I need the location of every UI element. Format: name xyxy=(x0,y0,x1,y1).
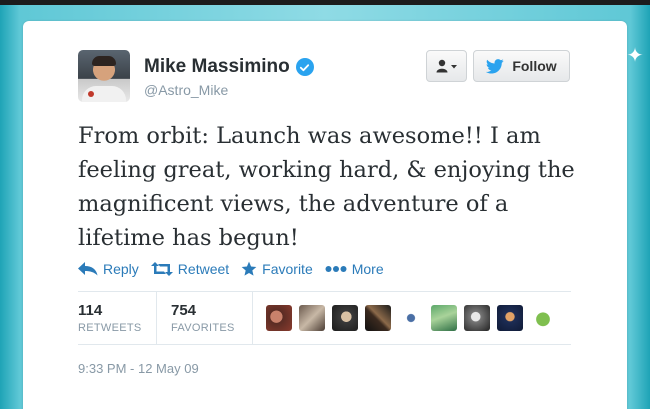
tweet-text: From orbit: Launch was awesome!! I am fe… xyxy=(78,123,575,251)
favorites-stat[interactable]: 754 FAVORITES xyxy=(157,292,253,344)
more-label: More xyxy=(351,261,384,277)
favoriter-avatar[interactable] xyxy=(332,305,358,331)
tweet-timestamp[interactable]: 9:33 PM - 12 May 09 xyxy=(78,361,199,376)
user-dropdown-icon xyxy=(436,59,457,73)
retweet-label: Retweet xyxy=(177,261,230,277)
favorites-count: 754 xyxy=(171,302,197,319)
favoriter-avatar[interactable] xyxy=(266,305,292,331)
favoriter-avatar[interactable] xyxy=(497,305,523,331)
tweet-actions: Reply Retweet Favorite More xyxy=(78,259,384,279)
top-bar xyxy=(0,0,650,5)
favoriter-avatar[interactable] xyxy=(398,305,424,331)
tweet-card: Mike Massimino @Astro_Mike Follow From o… xyxy=(23,21,627,409)
user-name[interactable]: Mike Massimino xyxy=(144,56,314,78)
more-button[interactable]: More xyxy=(325,261,384,277)
reply-icon xyxy=(78,262,98,276)
retweet-icon xyxy=(150,262,173,276)
favoriter-avatar[interactable] xyxy=(299,305,325,331)
star-icon xyxy=(241,261,257,276)
user-name-text: Mike Massimino xyxy=(144,56,290,77)
follow-label: Follow xyxy=(512,58,557,74)
more-dots-icon xyxy=(325,266,347,272)
favorite-button[interactable]: Favorite xyxy=(241,261,313,277)
favorite-label: Favorite xyxy=(262,261,313,277)
user-handle[interactable]: @Astro_Mike xyxy=(144,82,228,98)
user-actions-button[interactable] xyxy=(426,50,467,82)
favoriter-avatar[interactable] xyxy=(365,305,391,331)
retweets-count: 114 xyxy=(78,302,103,319)
reply-button[interactable]: Reply xyxy=(78,261,139,277)
favoriter-avatar[interactable] xyxy=(530,305,556,331)
verified-badge-icon xyxy=(295,58,314,76)
retweets-label: RETWEETS xyxy=(78,322,142,334)
favoriter-avatar[interactable] xyxy=(464,305,490,331)
retweets-stat[interactable]: 114 RETWEETS xyxy=(78,292,157,344)
retweet-button[interactable]: Retweet xyxy=(150,261,230,277)
favoriter-avatar[interactable] xyxy=(431,305,457,331)
follow-button[interactable]: Follow xyxy=(473,50,570,82)
tweet-stats: 114 RETWEETS 754 FAVORITES xyxy=(78,291,571,345)
favorites-label: FAVORITES xyxy=(171,322,235,334)
avatar[interactable] xyxy=(78,50,130,102)
reply-label: Reply xyxy=(103,261,139,277)
favoriters-avatars xyxy=(253,292,556,344)
twitter-bird-icon xyxy=(486,58,505,74)
sparkle-icon: ✦ xyxy=(626,45,644,67)
